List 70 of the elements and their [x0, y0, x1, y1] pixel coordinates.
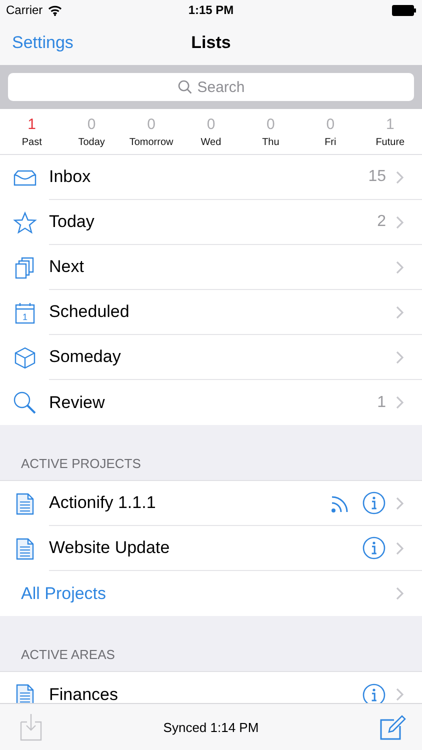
list-item[interactable]: 1 Scheduled [0, 290, 422, 335]
day-count: 0 [147, 116, 156, 132]
carrier-label: Carrier [6, 3, 43, 17]
day-label: Today [78, 136, 105, 148]
cube-icon [14, 346, 36, 368]
info-icon[interactable] [362, 536, 386, 560]
document-icon [16, 538, 34, 560]
day-count: 0 [266, 116, 275, 132]
day-label: Future [376, 136, 405, 148]
list-label: Today [49, 212, 96, 232]
screen-title: Lists [191, 32, 231, 52]
chevron-icon [396, 260, 404, 274]
section-header: ACTIVE AREAS [21, 647, 115, 662]
list-label: Review [49, 392, 106, 412]
section-header: ACTIVE PROJECTS [21, 456, 141, 471]
chevron-icon [396, 306, 404, 318]
list-label: Website Update [49, 538, 171, 558]
search-icon [178, 80, 192, 94]
day-label: Tomorrow [129, 136, 174, 148]
search-icon [12, 390, 36, 414]
info-icon[interactable] [362, 491, 386, 515]
day-count: 0 [87, 116, 96, 132]
chevron-icon [396, 350, 404, 364]
list-label: Scheduled [49, 302, 130, 322]
chevron-icon [396, 587, 404, 600]
star-icon [12, 210, 36, 234]
list-label: Someday [49, 347, 122, 367]
chevron-icon [396, 688, 404, 701]
list-item[interactable]: Today 2 [0, 200, 422, 245]
day-count: 1 [28, 116, 36, 132]
list-label: Finances [49, 684, 119, 703]
list-label: Inbox [49, 167, 92, 187]
list-item[interactable]: Next [0, 245, 422, 290]
wifi-icon [48, 4, 62, 16]
list-item[interactable]: Review 1 [0, 380, 422, 425]
list-label: Actionify 1.1.1 [49, 493, 157, 513]
list-item[interactable]: Actionify 1.1.1 [0, 481, 422, 526]
compose-icon[interactable] [380, 714, 406, 740]
chevron-icon [396, 396, 404, 409]
document-icon [16, 492, 34, 514]
link-label: All Projects [21, 584, 108, 604]
list-item[interactable]: Website Update [0, 526, 422, 571]
list-item[interactable]: Someday [0, 335, 422, 380]
item-count: 1 [377, 394, 386, 412]
info-icon[interactable] [362, 682, 386, 703]
chevron-icon [396, 216, 404, 228]
day-count: 1 [386, 116, 394, 132]
item-count: 15 [368, 168, 386, 186]
settings-button[interactable]: Settings [4, 32, 94, 52]
document-icon [16, 684, 34, 703]
chevron-icon [396, 496, 404, 510]
sync-status: Synced 1:14 PM [163, 720, 259, 734]
day-label: Fri [324, 136, 336, 148]
calendar-icon: 1 [14, 302, 34, 324]
status-time: 1:15 PM [188, 3, 234, 17]
chevron-icon [396, 542, 404, 554]
day-count: 0 [206, 116, 216, 132]
item-count: 2 [377, 213, 386, 231]
list-item[interactable]: Inbox 15 [0, 155, 422, 200]
chevron-icon [396, 170, 404, 184]
day-label: Past [22, 136, 42, 148]
day-count: 0 [326, 116, 335, 132]
tray-icon [12, 170, 36, 186]
search-field[interactable]: Search [8, 73, 414, 101]
list-label: Next [49, 257, 85, 277]
all-projects-link[interactable]: All Projects [0, 571, 422, 616]
day-label: Thu [262, 136, 280, 148]
battery-icon [392, 4, 416, 16]
day-label: Wed [200, 136, 222, 148]
stacked-pages-icon [14, 256, 34, 278]
